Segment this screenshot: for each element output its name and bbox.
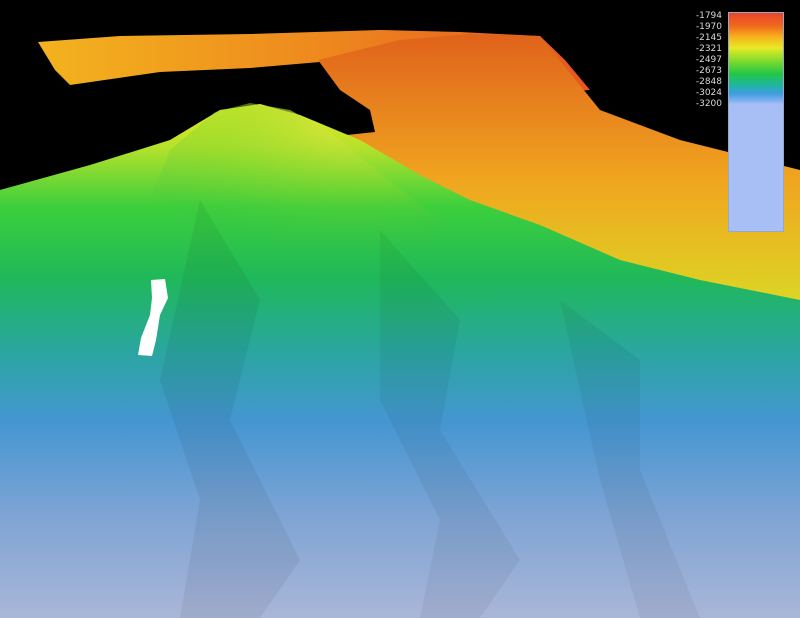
legend-label: -3024 <box>695 88 722 98</box>
legend-label: -1970 <box>695 22 722 32</box>
legend-labels: -1794 -1970 -2145 -2321 -2497 -2673 -2848 -3024… <box>676 11 722 111</box>
legend-label: -2145 <box>695 33 722 43</box>
legend-label: -1794 <box>695 11 722 21</box>
legend-label: -2497 <box>695 55 722 65</box>
legend-label: -3200 <box>695 99 722 109</box>
depth-color-scale <box>728 12 784 232</box>
legend-label: -2848 <box>695 77 722 87</box>
legend-label: -2673 <box>695 66 722 76</box>
legend-label: -2321 <box>695 44 722 54</box>
